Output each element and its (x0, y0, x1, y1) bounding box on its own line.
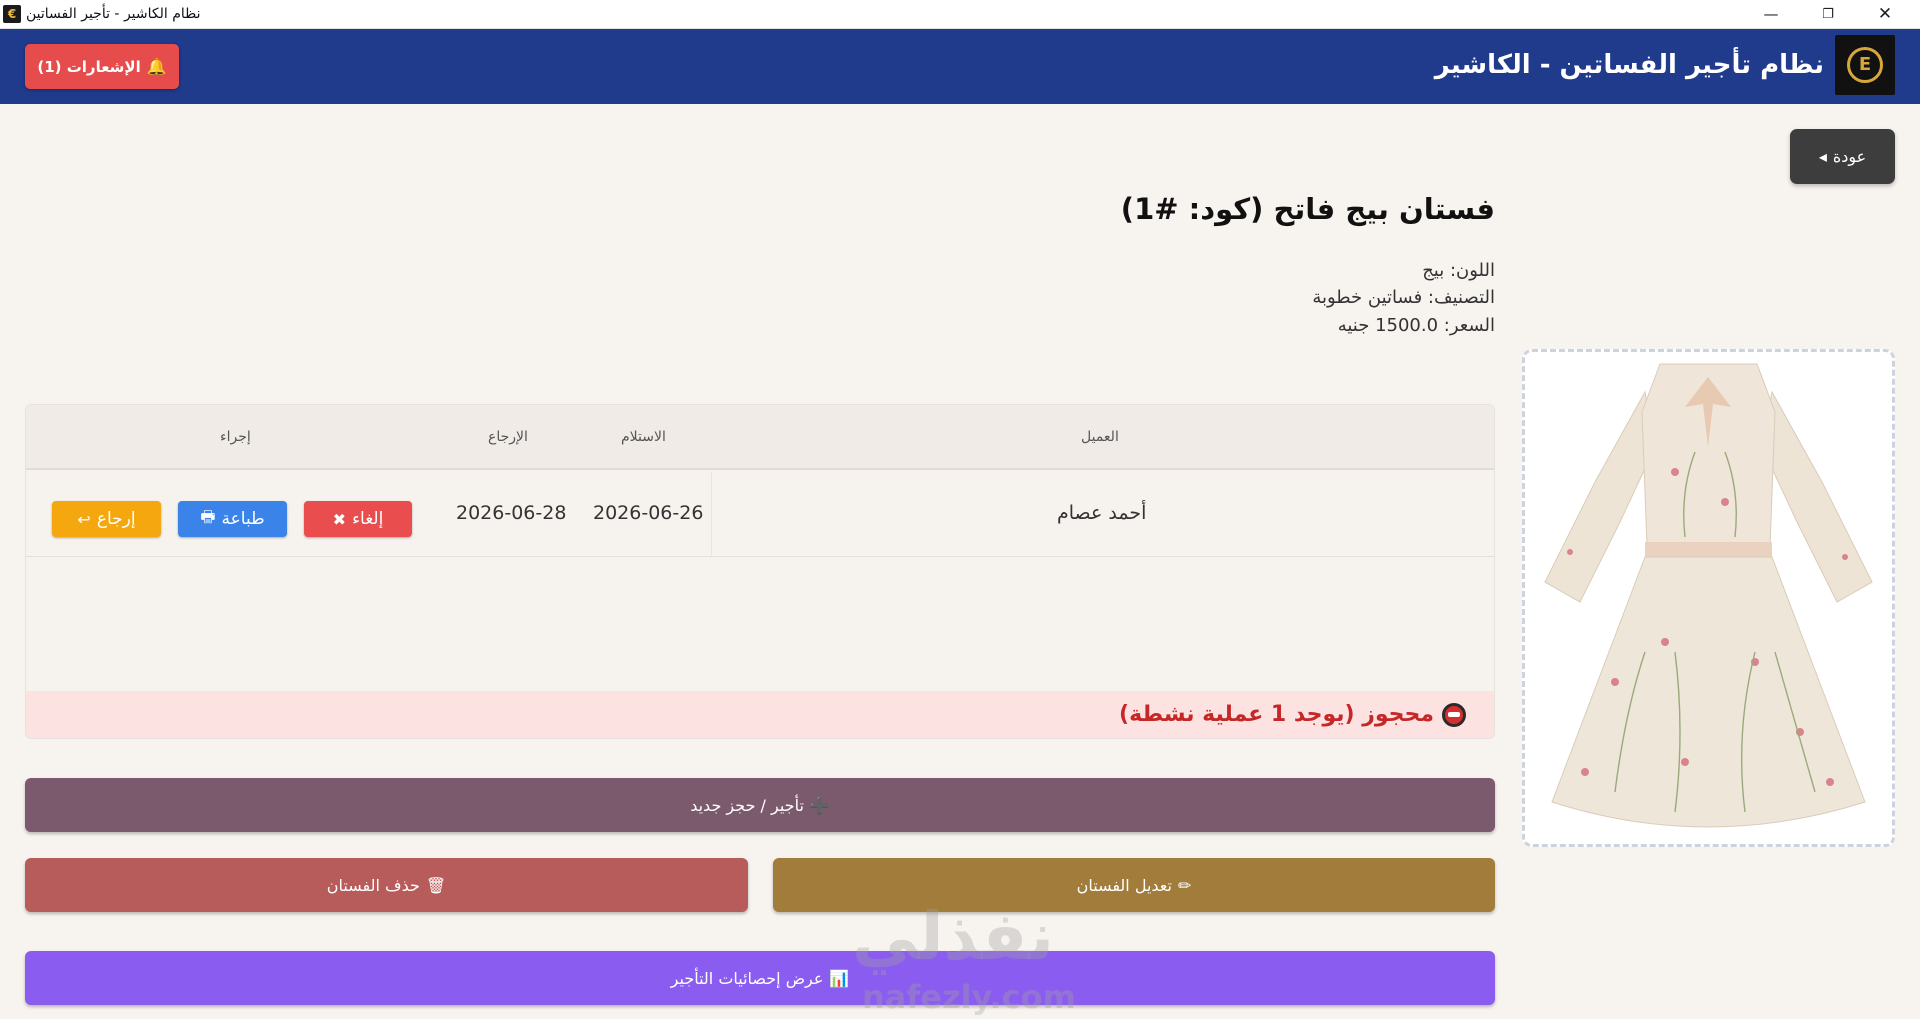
app-icon: € (3, 5, 21, 23)
dress-title: فستان بيج فاتح (كود: #1) (1120, 192, 1495, 226)
dress-category: التصنيف: فساتين خطوبة (1312, 287, 1495, 308)
window-titlebar: € نظام الكاشير - تأجير الفساتين — ❐ ✕ (0, 0, 1920, 29)
no-entry-icon (1442, 702, 1466, 727)
cancel-label: إلغاء (352, 509, 384, 529)
rental-stats-label: عرض إحصائيات التأجير (670, 968, 824, 988)
watermark-url: nafezly.com (862, 978, 1076, 1016)
return-label: إرجاع (96, 509, 136, 529)
delete-dress-button[interactable]: 🗑 حذف الفستان (25, 858, 748, 912)
new-rental-label: تأجير / حجز جديد (690, 795, 804, 815)
new-rental-button[interactable]: ➕ تأجير / حجز جديد (25, 778, 1495, 832)
header-pickup: الاستلام (621, 429, 666, 445)
status-label: محجوز (يوجد 1 عملية نشطة) (1119, 702, 1434, 727)
dress-color: اللون: بيج (1422, 260, 1495, 281)
dress-price: السعر: 1500.0 جنيه (1337, 315, 1495, 336)
dress-image (1522, 349, 1895, 847)
rental-stats-button[interactable]: 📊 عرض إحصائيات التأجير (25, 951, 1495, 1005)
edit-dress-label: تعديل الفستان (1076, 875, 1172, 895)
cancel-booking-button[interactable]: إلغاء ✖ (304, 501, 412, 537)
notifications-label: الإشعارات (1) (37, 57, 141, 76)
bell-icon: 🔔 (146, 57, 167, 76)
table-header: العميل الاستلام الإرجاع إجراء (26, 405, 1494, 470)
delete-dress-label: حذف الفستان (326, 875, 420, 895)
cell-customer: أحمد عصام (1057, 502, 1147, 524)
chart-icon: 📊 (829, 968, 850, 988)
bookings-table: العميل الاستلام الإرجاع إجراء أحمد عصام … (25, 404, 1495, 739)
logo-letter: E (1847, 47, 1883, 83)
header-customer: العميل (1081, 429, 1119, 445)
app-logo: E (1835, 35, 1895, 95)
print-label: طباعة (221, 509, 265, 529)
print-button[interactable]: طباعة 🖶 (178, 501, 287, 537)
plus-icon: ➕ (809, 795, 830, 815)
maximize-button[interactable]: ❐ (1800, 0, 1856, 29)
back-button[interactable]: عودة ◂ (1790, 129, 1895, 184)
window-title: نظام الكاشير - تأجير الفساتين (26, 6, 201, 22)
cell-pickup: 2026-06-26 (593, 502, 704, 524)
app-title: نظام تأجير الفساتين - الكاشير (1434, 50, 1824, 80)
app-header: E نظام تأجير الفساتين - الكاشير 🔔 الإشعا… (0, 29, 1920, 104)
printer-icon: 🖶 (200, 506, 216, 526)
return-dress-button[interactable]: إرجاع ↩ (52, 501, 161, 537)
cell-return: 2026-06-28 (456, 502, 567, 524)
back-arrow-icon: ◂ (1818, 147, 1827, 166)
table-row: أحمد عصام 2026-06-26 2026-06-28 إلغاء ✖ … (26, 472, 1494, 557)
booking-status: محجوز (يوجد 1 عملية نشطة) (1119, 702, 1466, 727)
cross-icon: ✖ (332, 509, 347, 529)
return-arrow-icon: ↩ (77, 509, 91, 529)
minimize-button[interactable]: — (1743, 0, 1799, 29)
status-bar: محجوز (يوجد 1 عملية نشطة) (26, 691, 1494, 738)
pencil-icon: ✏ (1177, 875, 1192, 895)
back-label: عودة (1832, 147, 1867, 166)
notifications-button[interactable]: 🔔 الإشعارات (1) (25, 44, 179, 89)
dress-illustration (1525, 352, 1892, 844)
close-window-button[interactable]: ✕ (1857, 0, 1913, 29)
trash-icon: 🗑 (425, 875, 447, 895)
column-divider (711, 472, 712, 557)
header-action: إجراء (220, 429, 251, 445)
header-return: الإرجاع (488, 429, 528, 445)
watermark-arabic: نفذلي (852, 898, 1054, 975)
